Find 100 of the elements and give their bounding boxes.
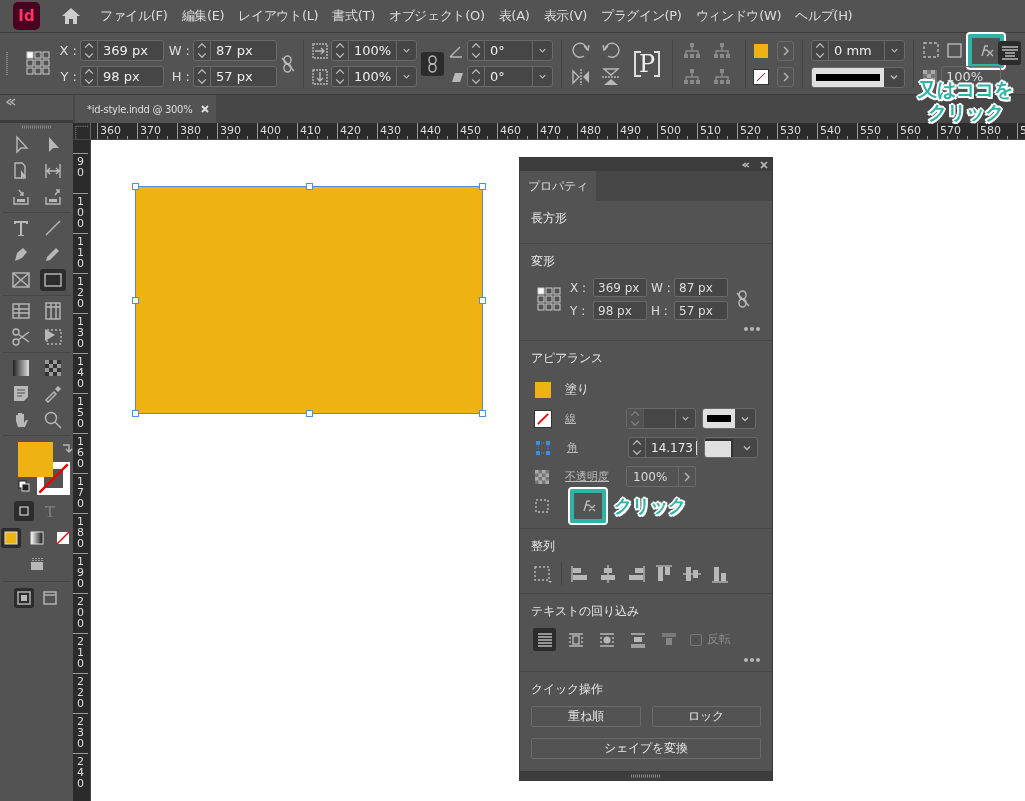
document-tab[interactable]: *id-style.indd @ 300% bbox=[75, 95, 216, 123]
align-top-icon[interactable] bbox=[654, 564, 674, 584]
mode-button[interactable] bbox=[13, 588, 34, 608]
tool-button[interactable] bbox=[39, 269, 66, 291]
number-field[interactable]: 57 px bbox=[674, 301, 728, 320]
hierarchy-icon[interactable] bbox=[711, 40, 733, 61]
fill-swatch[interactable] bbox=[754, 43, 768, 58]
menu-item[interactable]: オブジェクト(O) bbox=[389, 7, 485, 25]
default-colors-icon[interactable] bbox=[17, 480, 30, 492]
corner-style-dropdown[interactable] bbox=[704, 437, 758, 458]
resize-handle[interactable] bbox=[306, 410, 313, 417]
ruler-label: 240 bbox=[73, 753, 88, 793]
number-field[interactable]: 87 px bbox=[674, 278, 728, 297]
drag-grip-icon[interactable] bbox=[21, 125, 52, 129]
action-button[interactable]: 重ね順 bbox=[531, 706, 641, 727]
frame-fitting-icon[interactable] bbox=[922, 40, 942, 61]
ruler-label: 90 bbox=[73, 153, 88, 193]
menu-item[interactable]: ヘルプ(H) bbox=[795, 7, 853, 25]
none-square-icon bbox=[54, 530, 71, 546]
unlinked-chain-icon[interactable] bbox=[736, 289, 750, 309]
collapse-icon[interactable] bbox=[6, 98, 16, 106]
mode-button[interactable] bbox=[0, 528, 21, 548]
hierarchy-icon[interactable] bbox=[681, 40, 703, 61]
opacity-field[interactable]: 100% bbox=[626, 466, 696, 487]
number-field[interactable]: 369 px bbox=[80, 40, 164, 61]
unlinked-chain-icon[interactable] bbox=[281, 53, 295, 74]
rotate-counterclockwise-icon[interactable] bbox=[600, 40, 622, 61]
arrow-button[interactable] bbox=[777, 66, 794, 87]
align-to-selection-icon[interactable] bbox=[533, 564, 553, 584]
angle-field[interactable]: 0° bbox=[467, 66, 553, 87]
invert-checkbox[interactable] bbox=[690, 633, 702, 646]
reference-point-icon[interactable] bbox=[26, 51, 51, 76]
reference-point-icon[interactable] bbox=[537, 286, 562, 312]
menu-item[interactable]: ファイル(F) bbox=[100, 7, 168, 25]
menu-item[interactable]: 書式(T) bbox=[332, 7, 375, 25]
drag-grip-icon[interactable] bbox=[6, 51, 10, 76]
stroke-link[interactable]: 線 bbox=[565, 411, 626, 426]
align-vertical-center-icon[interactable] bbox=[682, 564, 702, 584]
action-button[interactable]: ロック bbox=[651, 706, 761, 727]
frame-fitting-icon[interactable] bbox=[535, 498, 549, 513]
collapse-icon[interactable] bbox=[742, 161, 750, 168]
hierarchy-icon[interactable] bbox=[711, 66, 733, 87]
swap-arrow-icon[interactable] bbox=[60, 442, 73, 454]
drag-grip-icon[interactable] bbox=[631, 773, 661, 778]
resize-handle[interactable] bbox=[479, 183, 486, 190]
stroke-weight-field[interactable]: 0 mm bbox=[811, 39, 905, 61]
panel-tab[interactable]: プロパティ bbox=[520, 171, 596, 201]
align-horizontal-center-icon[interactable] bbox=[598, 564, 618, 584]
align-right-icon[interactable] bbox=[626, 564, 646, 584]
wrap-option-button[interactable] bbox=[533, 628, 556, 651]
rotate-clockwise-icon[interactable] bbox=[570, 40, 592, 61]
arrow-button[interactable] bbox=[777, 40, 794, 61]
align-left-icon[interactable] bbox=[570, 564, 590, 584]
corner-link[interactable]: 角 bbox=[567, 440, 628, 455]
scale-field[interactable]: 100% bbox=[331, 66, 417, 87]
menu-item[interactable]: プラグイン(P) bbox=[601, 7, 682, 25]
menu-item[interactable]: レイアウト(L) bbox=[238, 7, 319, 25]
field-label: W : bbox=[651, 280, 671, 295]
fill-color-swatch[interactable] bbox=[17, 442, 53, 477]
number-field[interactable]: 98 px bbox=[80, 66, 164, 87]
wrap-text-button[interactable] bbox=[998, 41, 1021, 65]
number-field[interactable]: 369 px bbox=[593, 278, 647, 297]
more-options-icon[interactable] bbox=[743, 657, 761, 663]
stroke-style-dropdown[interactable] bbox=[702, 408, 756, 429]
close-icon[interactable] bbox=[760, 160, 768, 169]
resize-handle[interactable] bbox=[306, 183, 313, 190]
menu-item[interactable]: 表示(V) bbox=[543, 7, 588, 25]
resize-handle[interactable] bbox=[132, 183, 139, 190]
close-icon[interactable] bbox=[200, 104, 211, 114]
menu-item[interactable]: 表(A) bbox=[498, 7, 530, 25]
corner-handles-icon[interactable] bbox=[535, 439, 551, 456]
align-bottom-icon[interactable] bbox=[710, 564, 730, 584]
stroke-style-dropdown[interactable] bbox=[811, 66, 905, 88]
flip-vertical-icon[interactable] bbox=[600, 66, 622, 87]
scale-field[interactable]: 100% bbox=[331, 40, 417, 61]
app-logo[interactable]: Id bbox=[13, 2, 40, 30]
resize-handle[interactable] bbox=[132, 410, 139, 417]
number-field[interactable]: 87 px bbox=[193, 40, 277, 61]
resize-handle[interactable] bbox=[132, 297, 139, 304]
opacity-link[interactable]: 不透明度 bbox=[565, 469, 626, 484]
action-button[interactable]: シェイプを変換 bbox=[531, 738, 761, 759]
stroke-weight-field[interactable] bbox=[626, 408, 696, 429]
number-field[interactable]: 98 px bbox=[593, 301, 647, 320]
corner-size-field[interactable]: 14.173 bbox=[628, 437, 698, 458]
crossed-frame-icon bbox=[10, 270, 31, 290]
square-icon[interactable] bbox=[945, 40, 965, 61]
angle-field[interactable]: 0° bbox=[467, 40, 553, 61]
hierarchy-icon[interactable] bbox=[681, 66, 703, 87]
menu-item[interactable]: ウィンドウ(W) bbox=[695, 7, 782, 25]
resize-handle[interactable] bbox=[479, 410, 486, 417]
fill-swatch[interactable] bbox=[535, 381, 551, 398]
home-icon[interactable] bbox=[60, 6, 82, 26]
more-options-icon[interactable] bbox=[743, 326, 761, 332]
resize-handle[interactable] bbox=[479, 297, 486, 304]
stroke-swatch[interactable] bbox=[535, 410, 551, 427]
number-field[interactable]: 57 px bbox=[193, 66, 277, 87]
menu-item[interactable]: 編集(E) bbox=[181, 7, 225, 25]
flip-horizontal-icon[interactable] bbox=[570, 66, 592, 87]
stroke-swatch[interactable] bbox=[754, 69, 768, 84]
screen-mode-icon bbox=[15, 590, 32, 606]
